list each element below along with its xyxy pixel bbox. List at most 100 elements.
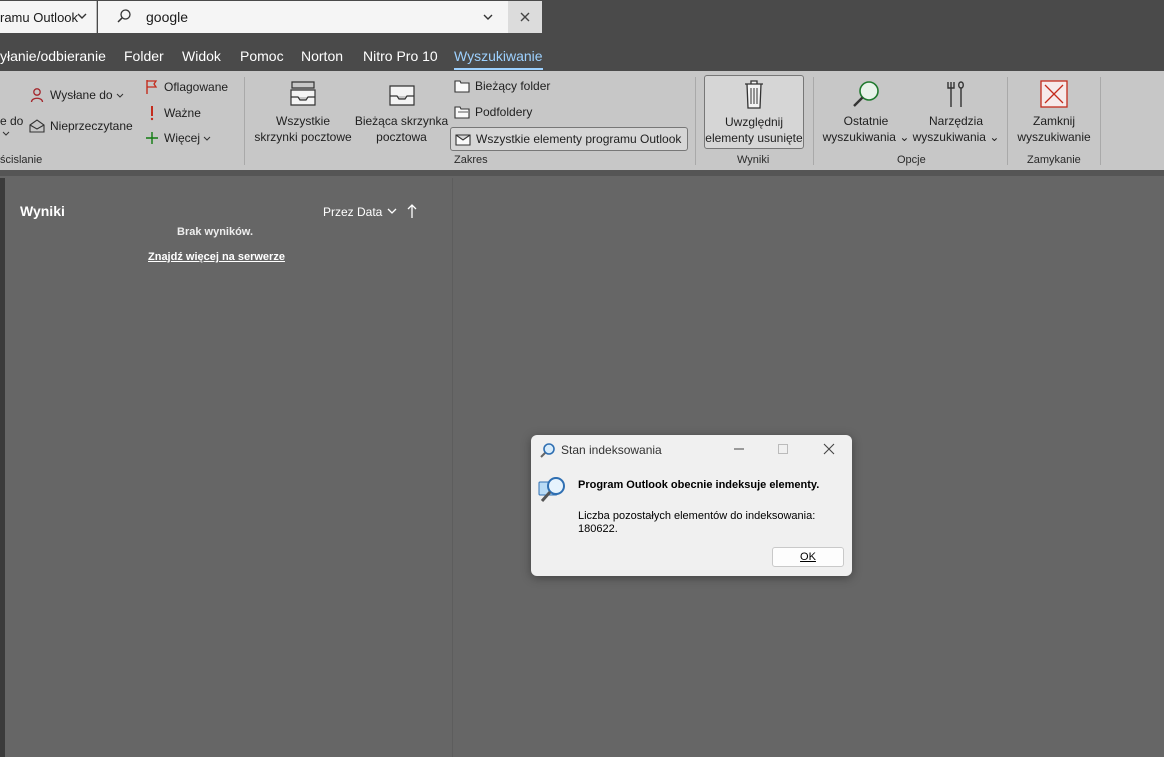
- group-separator: [1100, 77, 1101, 165]
- envelope-stack-icon: [455, 132, 471, 146]
- current-folder-label: Bieżący folder: [475, 79, 551, 93]
- pane-divider[interactable]: [452, 178, 453, 757]
- include-deleted-label-1: Uwzględnij: [724, 115, 784, 129]
- tab-send-receive[interactable]: yłanie/odbieranie: [0, 48, 106, 64]
- subfolders-button[interactable]: Podfoldery: [454, 105, 532, 119]
- group-separator: [695, 77, 696, 165]
- tab-help[interactable]: Pomoc: [240, 48, 284, 64]
- group-label-options: Opcje: [897, 154, 926, 166]
- flag-icon: [145, 79, 159, 95]
- search-icon: [116, 8, 132, 27]
- inbox-icon: [354, 79, 449, 113]
- close-icon: [520, 12, 530, 22]
- remaining-items-label: Liczba pozostałych elementów do indeksow…: [578, 510, 816, 522]
- title-search-bar: ramu Outlook: [0, 0, 1164, 41]
- more-label: Więcej: [164, 131, 201, 145]
- tab-norton[interactable]: Norton: [301, 48, 343, 64]
- indexing-search-icon: [536, 472, 570, 511]
- group-label-close: Zamykanie: [1027, 154, 1081, 166]
- minimize-button[interactable]: [729, 441, 749, 457]
- current-mailbox-button[interactable]: Bieżąca skrzynka pocztowa: [354, 79, 449, 145]
- indexing-magnifier-icon: [539, 442, 557, 465]
- search-tools-label-1: Narzędzia: [928, 114, 984, 128]
- minimize-icon: [734, 448, 744, 450]
- partial-button-label: e do: [0, 114, 24, 128]
- close-search-button[interactable]: Zamknij wyszukiwanie: [1014, 79, 1094, 145]
- find-more-on-server-link[interactable]: Znajdź więcej na serwerze: [148, 251, 285, 263]
- important-button[interactable]: Ważne: [145, 105, 201, 121]
- ribbon: e do Wysłane do Nieprzeczytane Oflagowan…: [0, 71, 1164, 170]
- all-mailboxes-button[interactable]: Wszystkie skrzynki pocztowe: [252, 79, 354, 145]
- sort-direction-up-arrow-icon[interactable]: [406, 203, 418, 224]
- important-label: Ważne: [164, 106, 201, 120]
- group-separator: [1007, 77, 1008, 165]
- chevron-down-icon: [116, 88, 124, 102]
- chevron-down-icon: [203, 131, 211, 145]
- tab-view[interactable]: Widok: [182, 48, 221, 64]
- ok-button[interactable]: OK: [772, 547, 844, 567]
- unread-label: Nieprzeczytane: [50, 119, 133, 133]
- results-title: Wyniki: [20, 203, 65, 219]
- recent-searches-label-1: Ostatnie: [843, 114, 889, 128]
- ribbon-tabs: yłanie/odbieranie Folder Widok Pomoc Nor…: [0, 41, 1164, 71]
- clear-search-button[interactable]: [508, 1, 542, 33]
- search-tools-button[interactable]: Narzędzia wyszukiwania ⌄: [912, 79, 1000, 145]
- search-box: [98, 1, 542, 33]
- tab-nitro-pro[interactable]: Nitro Pro 10: [363, 48, 438, 64]
- maximize-button: [773, 441, 793, 457]
- chevron-down-icon: [387, 205, 397, 219]
- sent-to-label: Wysłane do: [50, 88, 113, 102]
- group-label-scope: Zakres: [454, 154, 488, 166]
- sent-to-button[interactable]: Wysłane do: [29, 87, 124, 103]
- chevron-down-icon[interactable]: [482, 10, 494, 26]
- recent-searches-label-2: wyszukiwania ⌄: [822, 130, 910, 144]
- close-button[interactable]: [819, 441, 839, 457]
- tab-search[interactable]: Wyszukiwanie: [454, 48, 543, 70]
- sort-by-dropdown[interactable]: Przez Data: [323, 205, 397, 219]
- envelope-open-icon: [29, 119, 45, 133]
- flagged-button[interactable]: Oflagowane: [145, 79, 228, 95]
- chevron-down-icon: [76, 10, 88, 25]
- partial-button[interactable]: e do: [0, 114, 23, 128]
- trash-icon: [705, 78, 803, 114]
- close-search-label-2: wyszukiwanie: [1017, 130, 1091, 144]
- partial-chevron-icon: [2, 129, 10, 137]
- include-deleted-button[interactable]: Uwzględnij elementy usunięte: [704, 75, 804, 149]
- maximize-icon: [778, 444, 788, 454]
- inbox-stack-icon: [252, 79, 354, 113]
- search-scope-dropdown[interactable]: ramu Outlook: [0, 1, 97, 33]
- remaining-items-count: 180622.: [578, 523, 618, 535]
- dialog-message: Program Outlook obecnie indeksuje elemen…: [578, 479, 820, 491]
- group-separator: [244, 77, 245, 165]
- search-input[interactable]: [146, 7, 476, 27]
- plus-icon: [145, 131, 159, 145]
- current-folder-button[interactable]: Bieżący folder: [454, 79, 550, 93]
- subfolders-label: Podfoldery: [475, 105, 533, 119]
- tools-icon: [912, 79, 1000, 113]
- unread-button[interactable]: Nieprzeczytane: [29, 119, 133, 133]
- sort-by-label: Przez Data: [323, 205, 383, 219]
- group-label-refine: ścislanie: [0, 154, 43, 166]
- current-mailbox-label-2: pocztowa: [376, 130, 427, 144]
- close-icon: [823, 443, 835, 455]
- include-deleted-label-2: elementy usunięte: [705, 131, 803, 145]
- search-history-icon: [820, 79, 912, 113]
- exclamation-icon: [145, 105, 159, 121]
- all-outlook-items-button[interactable]: Wszystkie elementy programu Outlook: [450, 127, 689, 151]
- ribbon-shadow: [0, 170, 1164, 176]
- flagged-label: Oflagowane: [164, 80, 229, 94]
- results-pane: [5, 178, 452, 757]
- tab-folder[interactable]: Folder: [124, 48, 164, 64]
- group-label-results: Wyniki: [737, 154, 770, 166]
- more-button[interactable]: Więcej: [145, 131, 211, 145]
- recent-searches-button[interactable]: Ostatnie wyszukiwania ⌄: [820, 79, 912, 145]
- dialog-title: Stan indeksowania: [561, 443, 662, 457]
- indexing-status-dialog: Stan indeksowania Program Outlook obecni…: [531, 435, 852, 576]
- person-icon: [29, 87, 45, 103]
- close-search-label-1: Zamknij: [1032, 114, 1075, 128]
- group-separator: [813, 77, 814, 165]
- search-scope-label: ramu Outlook: [0, 9, 79, 25]
- dialog-detail: Liczba pozostałych elementów do indeksow…: [578, 510, 815, 536]
- subfolders-icon: [454, 105, 470, 119]
- all-mailboxes-label-1: Wszystkie: [276, 114, 330, 128]
